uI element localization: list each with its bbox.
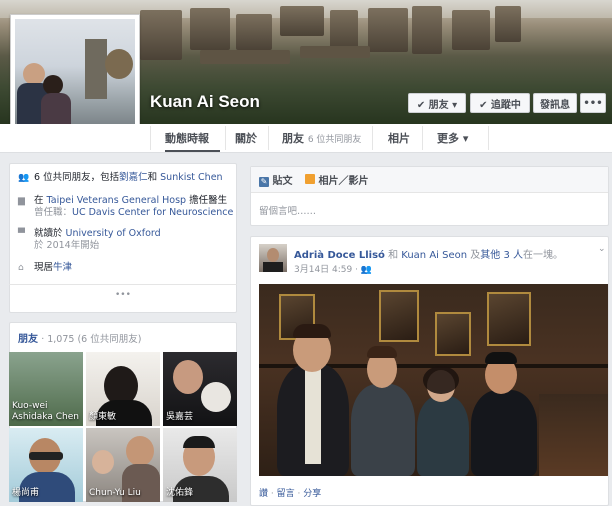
workplace-link[interactable]: Taipei Veterans General Hosp bbox=[47, 195, 187, 206]
post-photo[interactable] bbox=[259, 284, 608, 476]
graduation-cap-icon: ▀ bbox=[18, 229, 25, 239]
more-options-button[interactable]: ••• bbox=[580, 93, 606, 113]
friends-header: 朋友 · 1,075 (6 位共同朋友) bbox=[18, 334, 142, 345]
like-link[interactable]: 讚 bbox=[259, 489, 268, 499]
post-date-link[interactable]: 3月14日 4:59 · bbox=[294, 265, 361, 275]
tab-about[interactable]: 關於 bbox=[235, 130, 257, 146]
friend-thumbnail[interactable]: 楊尚甫 bbox=[9, 428, 83, 502]
friend-name[interactable]: 吳嘉芸 bbox=[166, 412, 193, 423]
friend-name[interactable]: 沈佑鋒 bbox=[166, 488, 193, 499]
tab-friends[interactable]: 朋友 6 位共同朋友 bbox=[282, 130, 361, 146]
people-icon: 👥 bbox=[18, 173, 30, 183]
friend-name[interactable]: Kuo-wei Ashidaka Chen bbox=[12, 401, 82, 423]
profile-picture[interactable] bbox=[10, 14, 140, 142]
friends-title-link[interactable]: 朋友 bbox=[18, 334, 38, 345]
share-link[interactable]: 分享 bbox=[303, 489, 321, 499]
school-link[interactable]: University of Oxford bbox=[66, 228, 161, 239]
former-workplace-link[interactable]: UC Davis Center for Neuroscience bbox=[72, 207, 233, 218]
friend-thumbnail[interactable]: 沈佑鋒 bbox=[163, 428, 237, 502]
profile-name[interactable]: Kuan Ai Seon bbox=[150, 92, 260, 112]
tab-timeline[interactable]: 動態時報 bbox=[165, 130, 209, 146]
work-row: ▆ 在 Taipei Veterans General Hosp 擔任醫生 曾任職… bbox=[18, 195, 234, 218]
mutual-friend-link[interactable]: 劉嘉仁 bbox=[119, 172, 148, 183]
mutual-friend-link[interactable]: Sunkist Chen bbox=[160, 172, 222, 183]
author-avatar[interactable] bbox=[259, 244, 287, 272]
friend-thumbnail[interactable]: Chun-Yu Liu bbox=[86, 428, 160, 502]
tagged-others-link[interactable]: 其他 3 人 bbox=[480, 250, 523, 261]
composer-status-tab[interactable]: ✎ 貼文 bbox=[259, 172, 292, 187]
post-meta: 3月14日 4:59 · 👥 bbox=[294, 262, 372, 275]
friend-thumbnail[interactable]: Kuo-wei Ashidaka Chen bbox=[9, 352, 83, 426]
chevron-down-icon[interactable]: ⌄ bbox=[598, 244, 606, 254]
friends-button[interactable]: ✔ 朋友 ▾ bbox=[408, 93, 466, 113]
home-icon: ⌂ bbox=[18, 263, 24, 273]
friend-name[interactable]: 顏東敏 bbox=[89, 412, 116, 423]
pencil-icon: ✎ bbox=[259, 177, 269, 187]
education-row: ▀ 就讀於 University of Oxford 於 2014年開始 bbox=[18, 228, 161, 251]
mutual-friends-row: 👥 6 位共同朋友，包括劉嘉仁和 Sunkist Chen bbox=[18, 172, 223, 183]
lives-row: ⌂ 現居牛津 bbox=[18, 262, 73, 273]
composer-input[interactable]: 留個言吧…… bbox=[259, 203, 316, 217]
post-header: Adrià Doce Llisó 和 Kuan Ai Seon 及其他 3 人在… bbox=[294, 250, 563, 261]
photo-icon bbox=[305, 174, 315, 184]
friend-thumbnail[interactable]: 顏東敏 bbox=[86, 352, 160, 426]
friend-thumbnail[interactable]: 吳嘉芸 bbox=[163, 352, 237, 426]
comment-link[interactable]: 留言 bbox=[277, 489, 295, 499]
friend-name[interactable]: Chun-Yu Liu bbox=[89, 488, 141, 499]
post-author-link[interactable]: Adrià Doce Llisó bbox=[294, 250, 385, 261]
following-button[interactable]: ✔ 追蹤中 bbox=[470, 93, 530, 113]
active-tab-indicator bbox=[165, 150, 220, 152]
tab-photos[interactable]: 相片 bbox=[388, 130, 410, 146]
friend-name[interactable]: 楊尚甫 bbox=[12, 488, 39, 499]
tab-more[interactable]: 更多 ▾ bbox=[437, 130, 468, 146]
briefcase-icon: ▆ bbox=[18, 196, 25, 206]
composer-photo-tab[interactable]: 相片／影片 bbox=[305, 172, 368, 187]
intro-more-button[interactable]: ••• bbox=[115, 290, 131, 300]
message-button[interactable]: 發訊息 bbox=[533, 93, 577, 113]
audience-icon: 👥 bbox=[360, 265, 373, 275]
post-actions: 讚 · 留言 · 分享 bbox=[259, 489, 322, 499]
tagged-user-link[interactable]: Kuan Ai Seon bbox=[401, 250, 467, 261]
city-link[interactable]: 牛津 bbox=[53, 262, 72, 273]
